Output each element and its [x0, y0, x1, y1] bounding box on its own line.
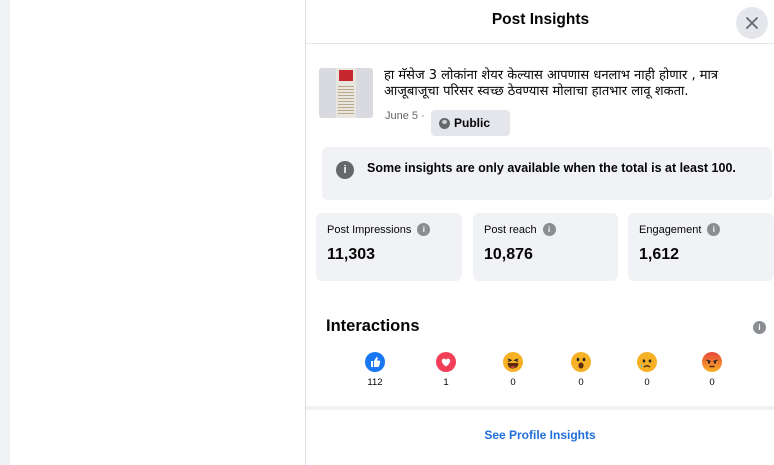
angry-icon: [702, 352, 722, 372]
background-area: [0, 0, 305, 465]
post-thumbnail[interactable]: [319, 68, 373, 118]
metric-value: 1,612: [639, 246, 680, 263]
reaction-count: 0: [644, 377, 650, 388]
insights-notice: i Some insights are only available when …: [322, 147, 772, 200]
post-date: June 5 ·: [385, 110, 425, 122]
info-icon: i: [336, 161, 354, 179]
wow-icon: [571, 352, 591, 372]
background-card: [10, 0, 305, 465]
see-profile-insights-link[interactable]: See Profile Insights: [306, 428, 774, 442]
post-date-text: June 5: [385, 110, 419, 122]
post-text: हा मॅसेज 3 लोकांना शेयर केल्यास आपणास धन…: [384, 68, 719, 99]
interactions-title: Interactions: [326, 317, 420, 335]
reaction-like: 112: [357, 352, 393, 388]
globe-icon: [439, 117, 450, 129]
reaction-count: 1: [443, 377, 449, 388]
like-icon: [365, 352, 385, 372]
metric-label: Post reach: [484, 223, 537, 236]
metric-value: 10,876: [484, 246, 533, 263]
reaction-count: 0: [510, 377, 516, 388]
info-icon[interactable]: i: [417, 223, 431, 236]
love-icon: [436, 352, 456, 372]
reaction-wow: 0: [563, 352, 599, 388]
metric-label: Post Impressions: [327, 223, 412, 236]
divider: [306, 406, 774, 410]
info-icon[interactable]: i: [707, 223, 721, 236]
dialog-header: Post Insights: [306, 0, 774, 44]
info-icon[interactable]: i: [753, 321, 766, 334]
info-icon[interactable]: i: [542, 223, 556, 236]
metric-post-impressions[interactable]: Post Impressions i 11,303: [316, 213, 462, 281]
reaction-count: 0: [578, 377, 584, 388]
metric-post-reach[interactable]: Post reach i 10,876: [473, 213, 618, 281]
reaction-sad: 0: [629, 352, 665, 388]
reaction-count: 0: [709, 377, 715, 388]
close-icon: [746, 17, 758, 29]
reaction-haha: 0: [495, 352, 531, 388]
metric-label: Engagement: [639, 223, 702, 236]
reaction-count: 112: [367, 377, 383, 388]
dialog-title: Post Insights: [491, 11, 590, 28]
metric-value: 11,303: [327, 246, 376, 263]
reaction-angry: 0: [694, 352, 730, 388]
metric-engagement[interactable]: Engagement i 1,612: [628, 213, 774, 281]
sad-icon: [637, 352, 657, 372]
reaction-love: 1: [428, 352, 464, 388]
notice-text: Some insights are only available when th…: [367, 161, 736, 175]
audience-button[interactable]: Public: [431, 110, 510, 136]
close-button[interactable]: [736, 7, 768, 39]
haha-icon: [503, 352, 523, 372]
audience-label: Public: [454, 116, 491, 130]
date-separator: ·: [421, 110, 425, 122]
post-insights-dialog: Post Insights हा मॅसेज 3 लोकांना शेयर के…: [305, 0, 774, 465]
